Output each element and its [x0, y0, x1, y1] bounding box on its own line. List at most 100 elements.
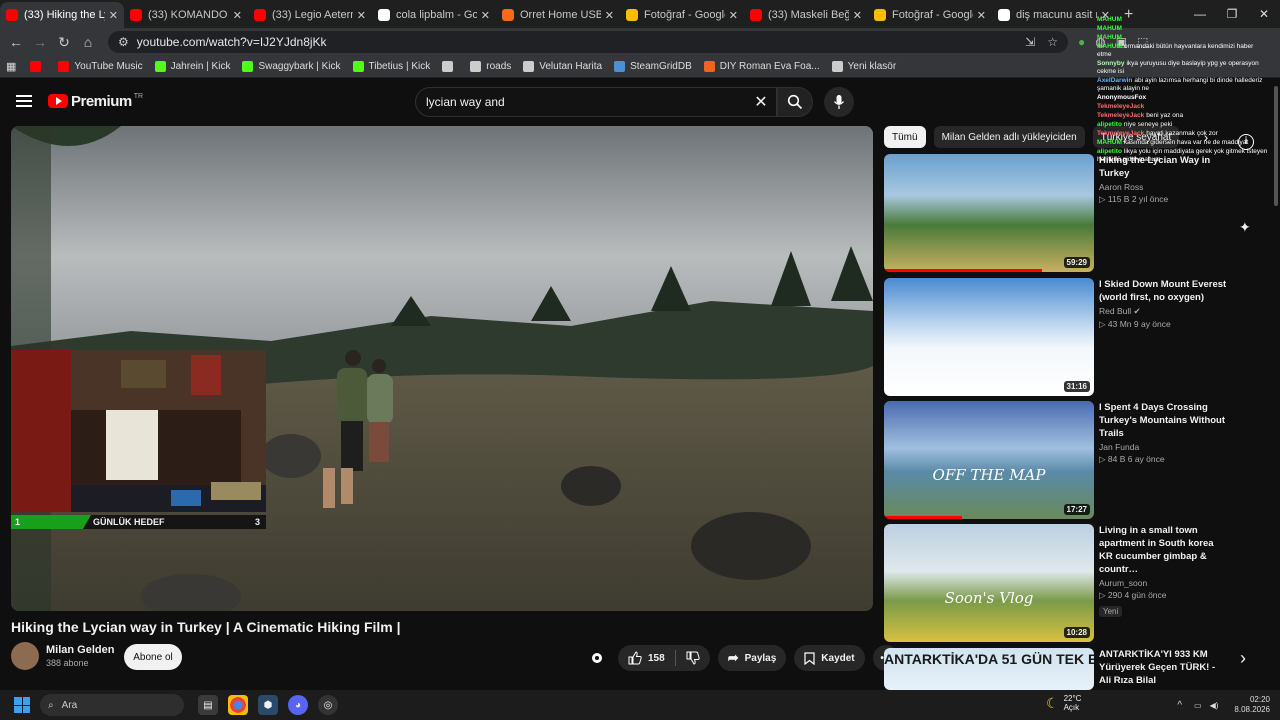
recommendation-item[interactable]: 59:29 Hiking the Lycian Way in Turkey Aaro…: [884, 154, 1234, 272]
app-icon[interactable]: ⬢: [258, 695, 278, 715]
bookmark-item[interactable]: Velutan Harita: [523, 61, 602, 72]
bookmark-item[interactable]: roads: [470, 61, 511, 72]
network-icon[interactable]: ▭: [1194, 701, 1202, 710]
chrome-icon[interactable]: [228, 695, 248, 715]
bookmark-star-icon[interactable]: ☆: [1047, 35, 1058, 49]
video-thumbnail[interactable]: Soon's Vlog 10:28: [884, 524, 1094, 642]
browser-tab[interactable]: Fotoğraf - Google Fo ✕: [868, 2, 992, 28]
thumbs-down-icon[interactable]: [686, 651, 700, 665]
sparkle-icon[interactable]: ✦: [1239, 219, 1251, 236]
close-tab-icon[interactable]: ✕: [729, 9, 738, 22]
recommendation-item[interactable]: ANTARKTİKA'DA 51 GÜN TEK BAŞINA ANTARKTİK…: [884, 648, 1234, 690]
verified-icon: ✔: [1131, 306, 1141, 316]
reload-icon[interactable]: ↻: [52, 34, 76, 51]
address-bar[interactable]: ⚙ youtube.com/watch?v=IJ2YJdn8jKk ⇲ ☆: [108, 31, 1068, 53]
share-button[interactable]: ➦ Paylaş: [717, 645, 787, 671]
close-tab-icon[interactable]: ✕: [977, 9, 986, 22]
tab-title: (33) KOMANDO Mar: [148, 9, 229, 21]
filter-chip[interactable]: Milan Gelden adlı yükleyiciden: [933, 126, 1085, 148]
close-tab-icon[interactable]: ✕: [233, 9, 242, 22]
menu-icon[interactable]: [16, 95, 32, 107]
bookmark-item[interactable]: Jahrein | Kick: [154, 61, 230, 72]
recommendation-title[interactable]: I Spent 4 Days Crossing Turkey's Mountai…: [1099, 401, 1229, 440]
close-tab-icon[interactable]: ✕: [605, 9, 614, 22]
save-button[interactable]: Kaydet: [794, 645, 865, 671]
recommendation-item[interactable]: 31:16 I Skied Down Mount Everest (world f…: [884, 278, 1234, 396]
recommendation-next-chevron-icon[interactable]: ›: [1240, 648, 1246, 669]
close-tab-icon[interactable]: ✕: [853, 9, 862, 22]
bookmark-item[interactable]: YouTube Music: [58, 61, 143, 72]
close-tab-icon[interactable]: ✕: [109, 9, 118, 22]
page-scrollbar[interactable]: [1274, 86, 1278, 206]
bookmark-item[interactable]: Swaggybark | Kick: [242, 61, 341, 72]
video-player[interactable]: 1 GÜNLÜK HEDEF 3: [11, 126, 873, 611]
recommendation-title[interactable]: ANTARKTİKA'YI 933 KM Yürüyerek Geçen TÜR…: [1099, 648, 1229, 687]
sparkle-settings-icon[interactable]: [584, 645, 610, 671]
browser-tab[interactable]: (33) KOMANDO Mar ✕: [124, 2, 248, 28]
youtube-logo[interactable]: Premium TR: [48, 93, 143, 110]
recommendation-channel[interactable]: Red Bull ✔: [1099, 306, 1229, 317]
chat-message: MAHUM: [1097, 16, 1269, 24]
chat-text: likya yolu için maddiyata gerek yok gitm…: [1097, 148, 1268, 163]
bookmark-item[interactable]: Yeni klasör: [831, 61, 896, 72]
site-info-icon[interactable]: ⚙: [118, 35, 129, 49]
subscribe-button[interactable]: Abone ol: [124, 644, 182, 670]
clear-search-icon[interactable]: ✕: [746, 92, 776, 112]
forward-arrow-icon[interactable]: →: [28, 34, 52, 50]
channel-avatar[interactable]: [11, 642, 39, 670]
recommendation-channel[interactable]: Jan Funda: [1099, 442, 1229, 452]
chat-text: niye seneye peki: [1123, 121, 1173, 128]
clock[interactable]: 02:20 8.08.2026: [1234, 695, 1270, 715]
video-thumbnail[interactable]: 31:16: [884, 278, 1094, 396]
discord-icon[interactable]: ◕: [288, 695, 308, 715]
search-input[interactable]: lycian way and ✕: [415, 87, 777, 117]
browser-tab[interactable]: Orret Home USB Şarj ✕: [496, 2, 620, 28]
recommendation-item[interactable]: Soon's Vlog 10:28 Living in a small town a…: [884, 524, 1234, 642]
channel-name[interactable]: Milan Gelden: [46, 644, 114, 656]
bookmark-item[interactable]: [30, 61, 46, 72]
browser-tab[interactable]: (33) Hiking the Ly ✕: [0, 2, 124, 28]
goal-label: GÜNLÜK HEDEF: [93, 517, 165, 527]
browser-tab[interactable]: (33) Maskeli Beğler F ✕: [744, 2, 868, 28]
daily-goal-bar: 1 GÜNLÜK HEDEF 3: [11, 515, 266, 529]
search-button[interactable]: [777, 87, 813, 117]
bookmark-label: Velutan Harita: [539, 61, 603, 72]
recommendation-item[interactable]: OFF THE MAP 17:27 I Spent 4 Days Crossing …: [884, 401, 1234, 519]
recommendation-channel[interactable]: Aurum_soon: [1099, 578, 1229, 588]
video-thumbnail[interactable]: OFF THE MAP 17:27: [884, 401, 1094, 519]
chevron-up-icon[interactable]: ^: [1177, 700, 1182, 711]
filter-chip[interactable]: Tümü: [884, 126, 926, 148]
browser-tab[interactable]: cola lipbalm - Google ✕: [372, 2, 496, 28]
weather-widget[interactable]: ☾ 22°C Açık: [1046, 694, 1081, 712]
video-thumbnail[interactable]: 59:29: [884, 154, 1094, 272]
recommendation-channel[interactable]: Aaron Ross: [1099, 182, 1229, 192]
close-tab-icon[interactable]: ✕: [357, 9, 366, 22]
close-tab-icon[interactable]: ✕: [481, 9, 490, 22]
chat-username: TekmeleyeJack: [1097, 103, 1145, 110]
voice-search-button[interactable]: [824, 87, 854, 117]
channel-name: Aurum_soon: [1099, 578, 1148, 588]
install-app-icon[interactable]: ⇲: [1025, 35, 1035, 49]
bookmark-item[interactable]: DIY Roman Eva Foa...: [703, 61, 820, 72]
like-button[interactable]: 158: [618, 645, 710, 671]
recommendation-title[interactable]: I Skied Down Mount Everest (world first,…: [1099, 278, 1229, 304]
clock-date: 8.08.2026: [1234, 705, 1270, 714]
taskbar-search[interactable]: ⌕ Ara: [40, 694, 184, 716]
volume-icon[interactable]: ◀): [1210, 701, 1219, 710]
bookmarks-bar: ▦ YouTube Music Jahrein | Kick Swaggybark …: [0, 56, 1280, 78]
file-explorer-icon[interactable]: ▤: [198, 695, 218, 715]
home-icon[interactable]: ⌂: [76, 34, 100, 50]
video-title: Hiking the Lycian way in Turkey | A Cine…: [11, 619, 401, 635]
windows-start-icon[interactable]: [14, 697, 30, 713]
apps-grid-icon[interactable]: ▦: [6, 60, 16, 73]
browser-tab[interactable]: Fotoğraf - Google Fo ✕: [620, 2, 744, 28]
video-thumbnail[interactable]: ANTARKTİKA'DA 51 GÜN TEK BAŞINA: [884, 648, 1094, 690]
bookmark-item[interactable]: [442, 61, 458, 72]
obs-icon[interactable]: ◎: [318, 695, 338, 715]
back-arrow-icon[interactable]: ←: [4, 34, 28, 50]
recommendation-title[interactable]: Living in a small town apartment in Sout…: [1099, 524, 1229, 576]
extension-icon[interactable]: ●: [1078, 35, 1085, 49]
bookmark-item[interactable]: SteamGridDB: [614, 61, 692, 72]
browser-tab[interactable]: (33) Legio Aeterna V ✕: [248, 2, 372, 28]
bookmark-item[interactable]: Tibetius | Kick: [352, 61, 430, 72]
